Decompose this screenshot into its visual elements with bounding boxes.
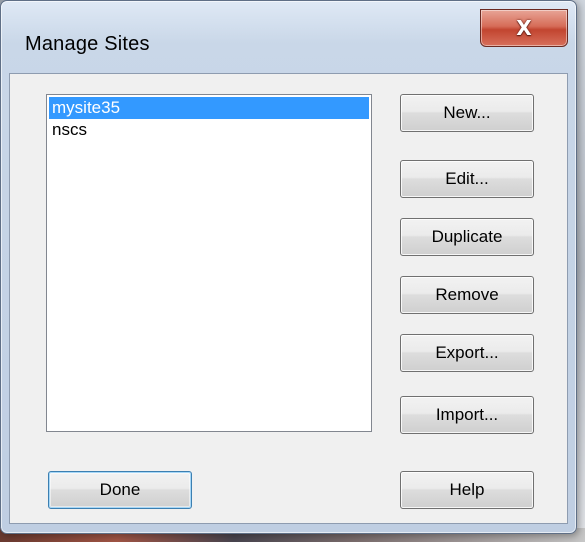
dialog-title: Manage Sites <box>25 33 150 55</box>
site-list-item-mysite35[interactable]: mysite35 <box>49 97 369 119</box>
edit-button[interactable]: Edit... <box>400 160 534 198</box>
manage-sites-dialog: Manage Sites X mysite35 nscs New... Edit… <box>0 0 577 534</box>
site-list[interactable]: mysite35 nscs <box>46 94 372 432</box>
export-button[interactable]: Export... <box>400 334 534 372</box>
import-button[interactable]: Import... <box>400 396 534 434</box>
remove-button[interactable]: Remove <box>400 276 534 314</box>
title-bar[interactable]: Manage Sites X <box>1 1 576 79</box>
duplicate-button[interactable]: Duplicate <box>400 218 534 256</box>
close-icon: X <box>516 16 532 40</box>
site-list-item-nscs[interactable]: nscs <box>49 119 369 141</box>
help-button[interactable]: Help <box>400 471 534 509</box>
new-button[interactable]: New... <box>400 94 534 132</box>
close-button[interactable]: X <box>480 9 568 47</box>
dialog-client-area: mysite35 nscs New... Edit... Duplicate R… <box>9 73 568 524</box>
done-button[interactable]: Done <box>48 471 192 509</box>
